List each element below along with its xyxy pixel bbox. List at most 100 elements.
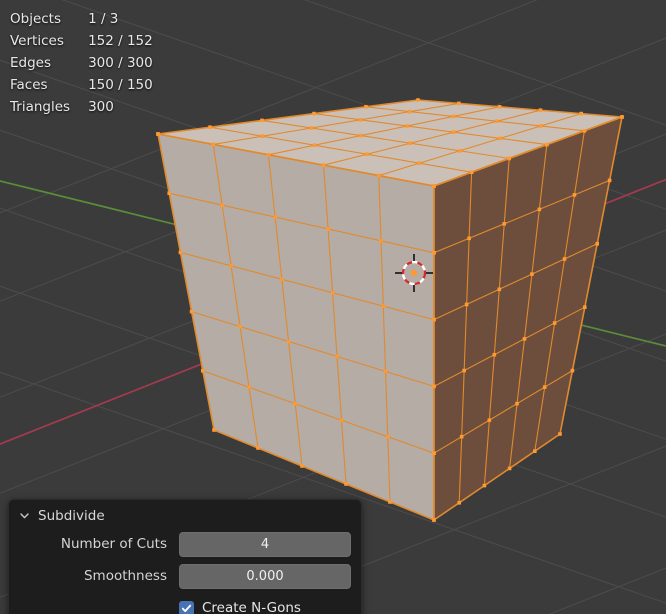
mesh-vertex[interactable] xyxy=(280,277,284,282)
field-row-smoothness[interactable]: Smoothness 0.000 xyxy=(19,563,351,589)
mesh-vertex[interactable] xyxy=(482,483,487,488)
mesh-vertex[interactable] xyxy=(385,434,390,439)
mesh-vertex[interactable] xyxy=(312,111,316,116)
mesh-vertex[interactable] xyxy=(260,118,264,123)
mesh-vertex[interactable] xyxy=(379,239,383,243)
mesh-vertex[interactable] xyxy=(572,193,577,197)
mesh-vertex[interactable] xyxy=(211,142,215,147)
mesh-vertex[interactable] xyxy=(595,242,599,246)
mesh-vertex[interactable] xyxy=(495,119,499,123)
input-number-of-cuts[interactable]: 4 xyxy=(179,531,351,557)
mesh-vertex[interactable] xyxy=(558,432,562,436)
mesh-vertex[interactable] xyxy=(583,305,587,309)
mesh-vertex[interactable] xyxy=(542,385,547,389)
mesh-vertex[interactable] xyxy=(497,287,502,292)
mesh-vertex[interactable] xyxy=(507,156,511,161)
chevron-down-icon[interactable] xyxy=(19,510,30,521)
mesh-vertex[interactable] xyxy=(533,449,537,453)
mesh-vertex[interactable] xyxy=(260,134,265,138)
mesh-vertex[interactable] xyxy=(582,129,587,133)
mesh-vertex[interactable] xyxy=(432,251,436,255)
mesh-vertex[interactable] xyxy=(462,368,466,373)
mesh-vertex[interactable] xyxy=(498,136,503,141)
mesh-vertex[interactable] xyxy=(416,98,420,102)
mesh-vertex[interactable] xyxy=(492,352,497,357)
mesh-vertex[interactable] xyxy=(335,354,339,359)
mesh-vertex[interactable] xyxy=(507,466,512,471)
mesh-vertex[interactable] xyxy=(156,132,160,136)
mesh-vertex[interactable] xyxy=(220,203,224,207)
mesh-vertex[interactable] xyxy=(358,118,363,122)
mesh-vertex[interactable] xyxy=(457,501,461,505)
mesh-vertex[interactable] xyxy=(579,111,583,116)
mesh-vertex[interactable] xyxy=(432,451,436,455)
mesh-vertex[interactable] xyxy=(266,153,271,157)
mesh-vertex[interactable] xyxy=(293,401,298,406)
mesh-vertex[interactable] xyxy=(487,418,492,422)
mesh-vertex[interactable] xyxy=(208,125,212,129)
mesh-vertex[interactable] xyxy=(607,178,612,183)
mesh-vertex[interactable] xyxy=(538,124,543,128)
mesh-vertex[interactable] xyxy=(364,105,368,109)
mesh-vertex[interactable] xyxy=(545,142,549,147)
mesh-vertex[interactable] xyxy=(497,105,502,109)
mesh-vertex[interactable] xyxy=(312,143,317,147)
mesh-vertex[interactable] xyxy=(247,385,251,390)
mesh-vertex[interactable] xyxy=(326,227,330,231)
mesh-vertex[interactable] xyxy=(189,309,194,314)
mesh-vertex[interactable] xyxy=(459,434,464,439)
mesh-vertex[interactable] xyxy=(381,304,386,308)
mesh-vertex[interactable] xyxy=(464,302,469,307)
mesh-vertex[interactable] xyxy=(515,401,519,406)
mesh-vertex[interactable] xyxy=(330,290,335,295)
mesh-vertex[interactable] xyxy=(201,369,205,373)
mesh-vertex[interactable] xyxy=(300,464,304,468)
mesh-vertex[interactable] xyxy=(407,109,412,114)
mesh-vertex[interactable] xyxy=(405,124,409,128)
mesh-vertex[interactable] xyxy=(286,339,291,344)
mesh-vertex[interactable] xyxy=(432,384,436,389)
mesh-vertex[interactable] xyxy=(339,418,344,423)
mesh-vertex[interactable] xyxy=(167,191,171,195)
mesh-vertex[interactable] xyxy=(212,428,216,432)
mesh-vertex[interactable] xyxy=(273,215,277,219)
mesh-vertex[interactable] xyxy=(562,257,567,261)
mesh-vertex[interactable] xyxy=(321,163,326,167)
checkbox-create-n-gons[interactable] xyxy=(179,600,194,614)
checkbox-row-create-n-gons[interactable]: Create N-Gons xyxy=(19,595,351,614)
mesh-vertex[interactable] xyxy=(457,101,461,106)
mesh-vertex[interactable] xyxy=(432,184,436,188)
mesh-vertex[interactable] xyxy=(467,236,471,241)
mesh-vertex[interactable] xyxy=(432,518,436,522)
mesh-vertex[interactable] xyxy=(538,108,543,112)
mesh-vertex[interactable] xyxy=(537,207,542,212)
mesh-vertex[interactable] xyxy=(383,369,388,374)
mesh-vertex[interactable] xyxy=(522,337,527,341)
operator-panel-header[interactable]: Subdivide xyxy=(9,500,361,531)
mesh-vertex[interactable] xyxy=(552,321,557,325)
mesh-vertex[interactable] xyxy=(229,264,233,268)
mesh-vertex[interactable] xyxy=(451,114,456,119)
mesh-vertex[interactable] xyxy=(256,446,260,450)
mesh-vertex[interactable] xyxy=(377,173,381,178)
mesh-vertex[interactable] xyxy=(502,222,507,226)
mesh-vertex[interactable] xyxy=(620,115,624,119)
mesh-vertex[interactable] xyxy=(451,130,456,134)
mesh-vertex[interactable] xyxy=(530,272,534,276)
mesh-vertex[interactable] xyxy=(178,250,183,255)
mesh-vertex[interactable] xyxy=(365,152,369,156)
field-row-number-of-cuts[interactable]: Number of Cuts 4 xyxy=(19,531,351,557)
mesh-vertex[interactable] xyxy=(432,317,436,322)
operator-redo-panel[interactable]: Subdivide Number of Cuts 4 Smoothness 0.… xyxy=(8,499,362,614)
mesh-vertex[interactable] xyxy=(417,161,422,165)
mesh-vertex[interactable] xyxy=(344,482,348,486)
mesh-vertex[interactable] xyxy=(408,141,413,145)
mesh-vertex[interactable] xyxy=(457,149,462,153)
mesh-vertex[interactable] xyxy=(570,368,575,373)
mesh-vertex[interactable] xyxy=(388,500,392,504)
mesh-vertex[interactable] xyxy=(309,126,314,130)
mesh-vertex[interactable] xyxy=(359,133,363,138)
input-smoothness[interactable]: 0.000 xyxy=(179,563,351,589)
mesh-vertex[interactable] xyxy=(469,170,474,174)
mesh-vertex[interactable] xyxy=(238,324,242,329)
